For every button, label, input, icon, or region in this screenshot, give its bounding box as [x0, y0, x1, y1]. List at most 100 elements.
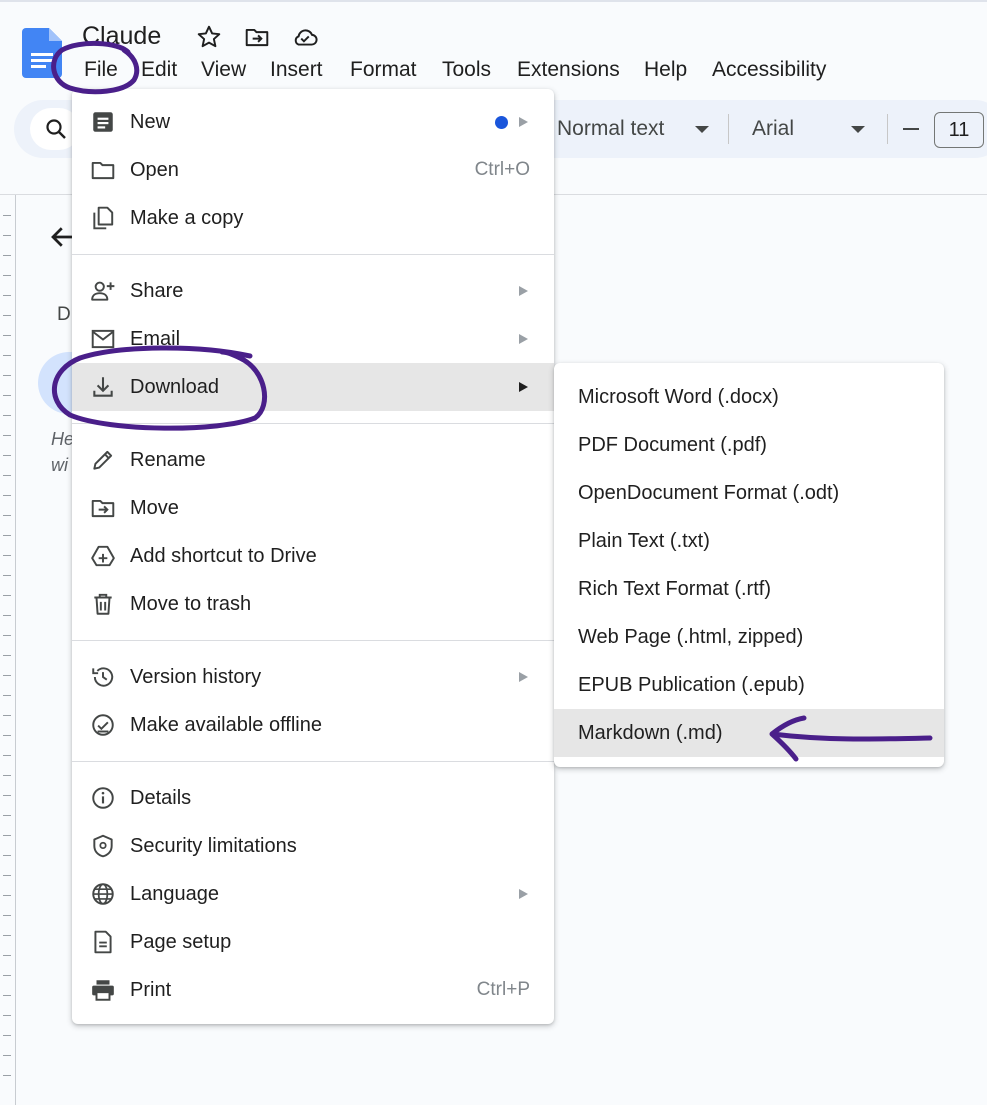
- file-menu-security[interactable]: Security limitations: [72, 822, 554, 870]
- file-menu-rename[interactable]: Rename: [72, 436, 554, 484]
- file-menu-add-shortcut[interactable]: Add shortcut to Drive: [72, 532, 554, 580]
- submenu-arrow-icon: [519, 286, 528, 296]
- submenu-arrow-icon: [519, 672, 528, 682]
- download-epub[interactable]: EPUB Publication (.epub): [554, 661, 944, 709]
- outline-text: wi: [51, 455, 68, 475]
- info-icon: [90, 785, 116, 811]
- file-menu-language[interactable]: Language: [72, 870, 554, 918]
- menu-item-label: Rename: [130, 449, 206, 471]
- outline-text: He: [51, 429, 75, 449]
- toolbar-divider: [728, 114, 729, 144]
- file-menu-move[interactable]: Move: [72, 484, 554, 532]
- menu-item-label: Share: [130, 280, 184, 302]
- menu-item-label: Page setup: [130, 931, 232, 953]
- menu-item-label: Open: [130, 159, 179, 181]
- menu-insert[interactable]: Insert: [270, 56, 323, 84]
- menu-separator: [72, 761, 554, 762]
- paragraph-style-value: Normal text: [557, 117, 665, 140]
- menu-item-label: Details: [130, 787, 192, 809]
- shield-icon: [90, 833, 116, 859]
- submenu-item-label: Rich Text Format (.rtf): [578, 578, 771, 600]
- menu-accessibility[interactable]: Accessibility: [712, 56, 826, 84]
- menu-item-label: Download: [130, 376, 219, 398]
- file-menu-offline[interactable]: Make available offline: [72, 701, 554, 749]
- file-menu-make-copy[interactable]: Make a copy: [72, 194, 554, 242]
- printer-icon: [90, 977, 116, 1003]
- submenu-item-label: Web Page (.html, zipped): [578, 626, 804, 648]
- menu-item-label: Move to trash: [130, 593, 252, 615]
- trash-icon: [90, 591, 116, 617]
- menu-item-label: Make a copy: [130, 207, 244, 229]
- star-icon[interactable]: [196, 24, 222, 50]
- menu-format[interactable]: Format: [350, 56, 417, 84]
- globe-icon: [90, 881, 116, 907]
- download-markdown[interactable]: Markdown (.md): [554, 709, 944, 757]
- submenu-arrow-icon: [519, 334, 528, 344]
- drive-shortcut-icon: [90, 543, 116, 569]
- document-title[interactable]: Claude: [82, 20, 161, 52]
- file-menu-trash[interactable]: Move to trash: [72, 580, 554, 628]
- file-menu-open[interactable]: Open Ctrl+O: [72, 146, 554, 194]
- submenu-item-label: PDF Document (.pdf): [578, 434, 767, 456]
- keyboard-shortcut: Ctrl+P: [476, 979, 530, 1000]
- submenu-item-label: EPUB Publication (.epub): [578, 674, 805, 696]
- menu-item-label: New: [130, 111, 171, 133]
- file-menu-download[interactable]: Download: [72, 363, 554, 411]
- file-menu-print[interactable]: Print Ctrl+P: [72, 966, 554, 1014]
- file-menu-version-history[interactable]: Version history: [72, 653, 554, 701]
- menu-separator: [72, 254, 554, 255]
- mail-icon: [90, 326, 116, 352]
- docs-logo-icon[interactable]: [22, 28, 62, 78]
- download-docx[interactable]: Microsoft Word (.docx): [554, 373, 944, 421]
- file-menu-new[interactable]: New: [72, 98, 554, 146]
- file-menu-page-setup[interactable]: Page setup: [72, 918, 554, 966]
- chevron-down-icon[interactable]: [851, 126, 865, 133]
- file-menu-details[interactable]: Details: [72, 774, 554, 822]
- menu-separator: [72, 640, 554, 641]
- download-icon: [90, 374, 116, 400]
- menu-edit[interactable]: Edit: [141, 56, 177, 84]
- download-txt[interactable]: Plain Text (.txt): [554, 517, 944, 565]
- download-pdf[interactable]: PDF Document (.pdf): [554, 421, 944, 469]
- page-icon: [90, 929, 116, 955]
- menu-item-label: Print: [130, 979, 172, 1001]
- font-select[interactable]: Arial: [752, 114, 794, 144]
- menu-item-label: Language: [130, 883, 219, 905]
- new-document-icon: [90, 109, 116, 135]
- cloud-saved-icon[interactable]: [291, 24, 318, 50]
- offline-check-icon: [90, 712, 116, 738]
- decrease-font-size-icon[interactable]: [903, 128, 919, 130]
- submenu-item-label: OpenDocument Format (.odt): [578, 482, 840, 504]
- file-menu: New Open Ctrl+O Make a copy Share Email: [72, 89, 554, 1024]
- font-size-input[interactable]: 11: [934, 112, 984, 148]
- paragraph-style-select[interactable]: Normal text: [557, 114, 664, 144]
- menu-extensions[interactable]: Extensions: [517, 56, 620, 84]
- submenu-item-label: Markdown (.md): [578, 722, 723, 744]
- download-odt[interactable]: OpenDocument Format (.odt): [554, 469, 944, 517]
- copy-icon: [90, 205, 116, 231]
- keyboard-shortcut: Ctrl+O: [474, 159, 530, 180]
- menu-item-label: Email: [130, 328, 181, 350]
- menu-item-label: Security limitations: [130, 835, 297, 857]
- outline-heading: D: [57, 304, 71, 325]
- menu-item-label: Version history: [130, 666, 262, 688]
- download-submenu: Microsoft Word (.docx) PDF Document (.pd…: [554, 363, 944, 767]
- vertical-ruler[interactable]: [0, 195, 16, 1105]
- submenu-item-label: Plain Text (.txt): [578, 530, 710, 552]
- top-border: [0, 0, 987, 2]
- person-add-icon: [90, 278, 116, 304]
- file-menu-share[interactable]: Share: [72, 267, 554, 315]
- menu-tools[interactable]: Tools: [442, 56, 491, 84]
- chevron-down-icon[interactable]: [695, 126, 709, 133]
- menu-item-label: Make available offline: [130, 714, 322, 736]
- download-html[interactable]: Web Page (.html, zipped): [554, 613, 944, 661]
- move-folder-icon[interactable]: [244, 24, 270, 50]
- menu-item-label: Move: [130, 497, 179, 519]
- menu-help[interactable]: Help: [644, 56, 687, 84]
- file-menu-email[interactable]: Email: [72, 315, 554, 363]
- search-icon[interactable]: [44, 117, 68, 141]
- menu-view[interactable]: View: [201, 56, 246, 84]
- download-rtf[interactable]: Rich Text Format (.rtf): [554, 565, 944, 613]
- menu-file[interactable]: File: [84, 56, 118, 84]
- font-value: Arial: [752, 117, 795, 140]
